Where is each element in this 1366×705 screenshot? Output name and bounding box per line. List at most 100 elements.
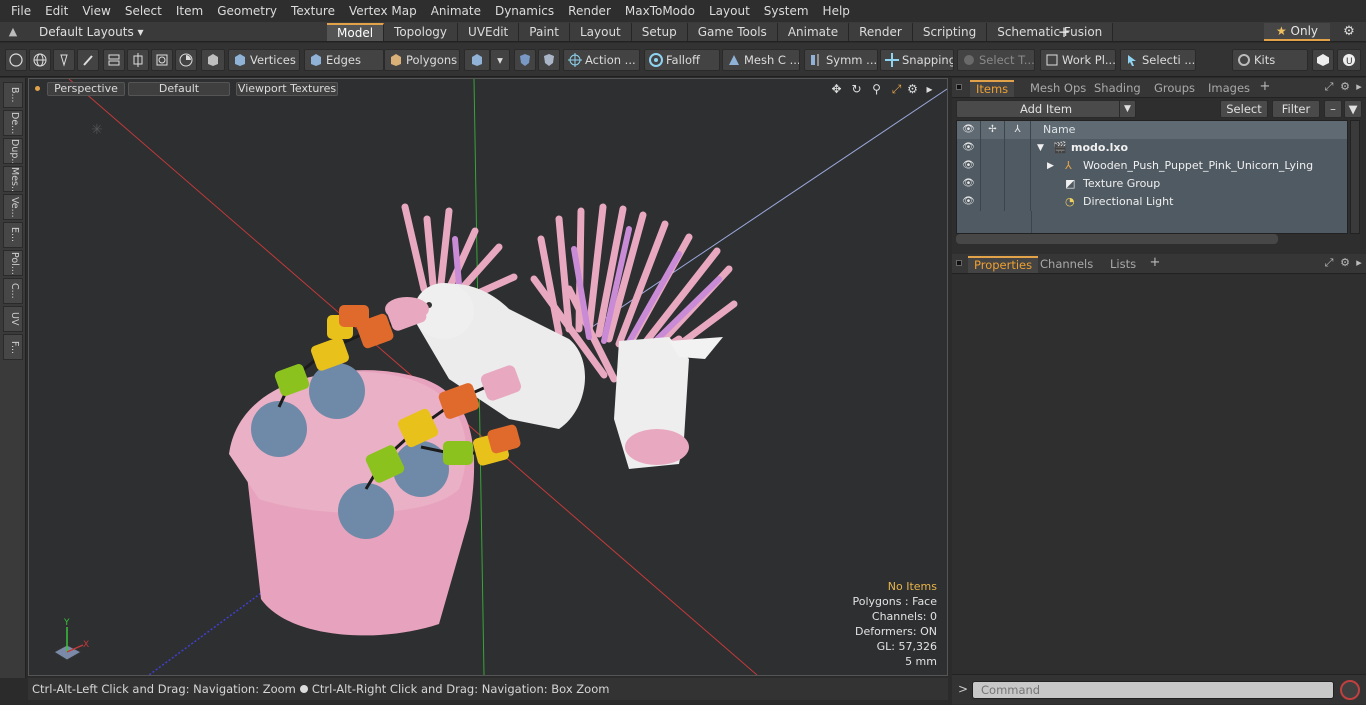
menu-geometry[interactable]: Geometry	[210, 0, 284, 22]
tab-paint[interactable]: Paint	[519, 23, 570, 41]
shading-button[interactable]: Default	[128, 82, 230, 96]
symmetry-shield-icon[interactable]	[514, 49, 536, 71]
panel-menu-dot[interactable]	[956, 260, 962, 266]
menu-item[interactable]: Item	[169, 0, 210, 22]
tab-animate[interactable]: Animate	[777, 23, 850, 41]
timer-icon[interactable]	[175, 49, 197, 71]
tab-topology[interactable]: Topology	[384, 23, 459, 41]
material-cube-icon[interactable]	[464, 49, 490, 71]
visibility-eye-icon[interactable]: 👁	[957, 121, 981, 139]
select-button[interactable]: Select	[1220, 100, 1268, 118]
vertices-button[interactable]: Vertices	[228, 49, 300, 71]
rotate-view-icon[interactable]: ↻	[849, 82, 864, 97]
panel-maximize-icon[interactable]: ⤢	[1322, 256, 1336, 270]
strip-basic[interactable]: B...	[3, 82, 23, 108]
layout-selector[interactable]: Default Layouts ▾	[39, 24, 144, 40]
strip-vertex[interactable]: Ve...	[3, 194, 23, 220]
tab-render[interactable]: Render	[849, 23, 913, 41]
command-input[interactable]	[972, 681, 1334, 699]
layout-expand-icon[interactable]: ▲	[6, 25, 20, 39]
menu-help[interactable]: Help	[816, 0, 857, 22]
viewport-menu-dot[interactable]	[35, 86, 40, 91]
tab-lists[interactable]: Lists	[1104, 256, 1142, 273]
snap-shield-icon[interactable]	[538, 49, 560, 71]
menu-texture[interactable]: Texture	[284, 0, 342, 22]
gear-icon[interactable]: ⚙	[1340, 23, 1358, 41]
eye-icon[interactable]: 👁	[957, 157, 981, 175]
panel-menu-dot[interactable]	[956, 84, 962, 90]
menu-vertex-map[interactable]: Vertex Map	[342, 0, 424, 22]
polygons-button[interactable]: Polygons	[384, 49, 460, 71]
tab-properties[interactable]: Properties	[968, 256, 1039, 273]
strip-edge[interactable]: E...	[3, 222, 23, 248]
tab-mesh-ops[interactable]: Mesh Ops	[1024, 80, 1092, 97]
panel-expand-icon[interactable]: ▸	[1352, 80, 1366, 94]
eye-icon[interactable]: 👁	[957, 139, 981, 157]
tab-uvedit[interactable]: UVEdit	[458, 23, 520, 41]
tree-row-mesh[interactable]: 👁 ▶ ⅄ Wooden_Push_Puppet_Pink_Unicorn_Ly…	[957, 157, 1347, 175]
align-icon[interactable]	[103, 49, 125, 71]
brush-icon[interactable]	[77, 49, 99, 71]
menu-file[interactable]: File	[4, 0, 38, 22]
symmetry-button[interactable]: Symm ...	[804, 49, 878, 71]
expand-arrow-icon[interactable]: ▶	[1047, 157, 1054, 175]
strip-curve[interactable]: C...	[3, 278, 23, 304]
tree-horizontal-scrollbar[interactable]	[956, 234, 1278, 244]
tab-setup[interactable]: Setup	[631, 23, 688, 41]
menu-animate[interactable]: Animate	[424, 0, 488, 22]
strip-deform[interactable]: De...	[3, 110, 23, 136]
add-tab-icon[interactable]: +	[1056, 22, 1072, 42]
tab-layout[interactable]: Layout	[569, 23, 632, 41]
center-icon[interactable]	[127, 49, 149, 71]
add-panel-tab-icon[interactable]: +	[1148, 256, 1162, 270]
tab-shading[interactable]: Shading	[1088, 80, 1147, 97]
maximize-view-icon[interactable]: ⤢	[889, 82, 904, 97]
strip-uv[interactable]: UV	[3, 306, 23, 332]
strip-polygon[interactable]: Pol...	[3, 250, 23, 276]
tab-groups[interactable]: Groups	[1148, 80, 1201, 97]
tree-row-scene[interactable]: 👁 ▼ 🎬 modo.lxo	[957, 139, 1347, 157]
mesh-constraint-button[interactable]: Mesh C ...	[722, 49, 800, 71]
view-type-button[interactable]: Perspective	[47, 82, 125, 96]
unreal-icon[interactable]: U	[1337, 49, 1361, 71]
panel-maximize-icon[interactable]: ⤢	[1322, 80, 1336, 94]
globe-icon[interactable]	[29, 49, 51, 71]
scene-canvas[interactable]: ✳	[29, 79, 947, 675]
move-view-icon[interactable]: ✥	[829, 82, 844, 97]
record-macro-icon[interactable]	[1340, 680, 1360, 700]
viewport-gear-icon[interactable]: ⚙	[905, 82, 920, 97]
tree-vertical-scrollbar[interactable]	[1350, 120, 1360, 234]
filter-button[interactable]: Filter	[1272, 100, 1320, 118]
name-column-header[interactable]: Name	[1043, 121, 1075, 139]
strip-mesh[interactable]: Mes...	[3, 166, 23, 192]
tab-game-tools[interactable]: Game Tools	[687, 23, 778, 41]
strip-fusion[interactable]: F...	[3, 334, 23, 360]
chevron-down-icon[interactable]: ▾	[490, 49, 510, 71]
panel-gear-icon[interactable]: ⚙	[1338, 80, 1352, 94]
kits-button[interactable]: Kits	[1232, 49, 1308, 71]
action-button[interactable]: Action ...	[563, 49, 640, 71]
select-through-button[interactable]: Select T...	[957, 49, 1035, 71]
falloff-button[interactable]: Falloff	[644, 49, 720, 71]
expand-arrow-icon[interactable]: ▼	[1037, 139, 1044, 157]
3d-viewport[interactable]: ✳ Perspective Default Viewport Textures …	[28, 78, 948, 676]
tab-images[interactable]: Images	[1202, 80, 1256, 97]
eye-icon[interactable]: 👁	[957, 175, 981, 193]
collapse-icon[interactable]: –	[1324, 100, 1342, 118]
add-item-button[interactable]: Add Item ▼	[956, 100, 1136, 118]
locator-column-icon[interactable]: ⅄	[1005, 121, 1031, 139]
filter-funnel-icon[interactable]: ▼	[1344, 100, 1362, 118]
lock-column-icon[interactable]: ✢	[981, 121, 1005, 139]
tree-row-light[interactable]: 👁 ◔ Directional Light	[957, 193, 1347, 211]
unity-icon[interactable]	[1312, 49, 1334, 71]
tab-scripting[interactable]: Scripting	[912, 23, 988, 41]
tab-channels[interactable]: Channels	[1034, 256, 1099, 273]
snapping-button[interactable]: Snapping	[880, 49, 954, 71]
zoom-view-icon[interactable]: ⚲	[869, 82, 884, 97]
tab-model[interactable]: Model	[327, 23, 385, 41]
menu-system[interactable]: System	[757, 0, 816, 22]
eye-icon[interactable]: 👁	[957, 193, 981, 211]
selection-sets-button[interactable]: Selecti ...	[1120, 49, 1196, 71]
viewport-textures-button[interactable]: Viewport Textures	[236, 82, 338, 96]
edges-button[interactable]: Edges	[304, 49, 384, 71]
